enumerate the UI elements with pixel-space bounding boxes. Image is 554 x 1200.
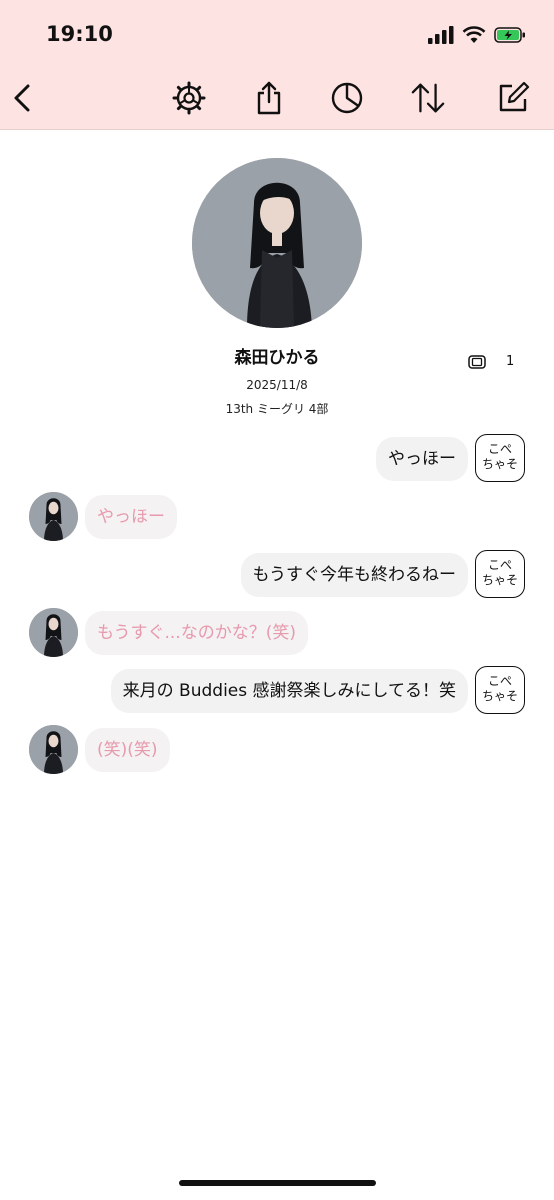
wifi-icon — [462, 26, 486, 43]
status-time: 19:10 — [46, 22, 113, 46]
outgoing-message[interactable]: もうすぐ今年も終わるねー — [240, 553, 468, 597]
home-indicator[interactable] — [179, 1180, 376, 1186]
sender-stamp[interactable]: こぺ ちゃそ — [475, 666, 525, 714]
compose-icon — [499, 81, 530, 112]
stamp-label: こぺ ちゃそ — [481, 558, 518, 587]
share-button[interactable] — [251, 80, 287, 116]
stamp-label: こぺ ちゃそ — [481, 674, 518, 703]
sort-button[interactable] — [410, 80, 446, 116]
outgoing-message[interactable]: やっほー — [376, 437, 468, 481]
back-button[interactable] — [4, 80, 40, 116]
ticket-icon — [468, 354, 486, 369]
sender-stamp[interactable]: こぺ ちゃそ — [475, 550, 525, 598]
settings-button[interactable] — [171, 80, 207, 116]
gear-icon — [172, 81, 206, 115]
profile-date: 2025/11/8 — [246, 378, 308, 392]
compose-button[interactable] — [495, 80, 531, 116]
incoming-message[interactable]: やっほー — [85, 495, 177, 539]
member-avatar[interactable] — [29, 608, 78, 657]
signal-icon — [428, 26, 454, 44]
stats-button[interactable] — [329, 80, 365, 116]
profile-event: 13th ミーグリ 4部 — [225, 402, 329, 416]
ticket-count[interactable]: 1 — [468, 354, 514, 369]
status-icons — [428, 24, 526, 46]
top-bar: 19:10 — [0, 0, 554, 130]
profile-avatar[interactable] — [192, 158, 362, 328]
incoming-message[interactable]: (笑)(笑) — [85, 728, 170, 772]
member-avatar[interactable] — [29, 725, 78, 774]
outgoing-message[interactable]: 来月の Buddies 感謝祭楽しみにしてる！笑 — [110, 669, 468, 713]
chevron-left-icon — [14, 84, 30, 112]
sort-arrows-icon — [411, 83, 445, 113]
battery-icon — [494, 27, 525, 43]
stamp-label: こぺ ちゃそ — [481, 442, 518, 471]
ticket-count-value: 1 — [506, 354, 515, 369]
share-icon — [257, 81, 281, 115]
sender-stamp[interactable]: こぺ ちゃそ — [475, 434, 525, 482]
pie-chart-icon — [331, 82, 363, 114]
incoming-message[interactable]: もうすぐ...なのかな？(笑) — [85, 611, 308, 655]
member-avatar[interactable] — [29, 492, 78, 541]
